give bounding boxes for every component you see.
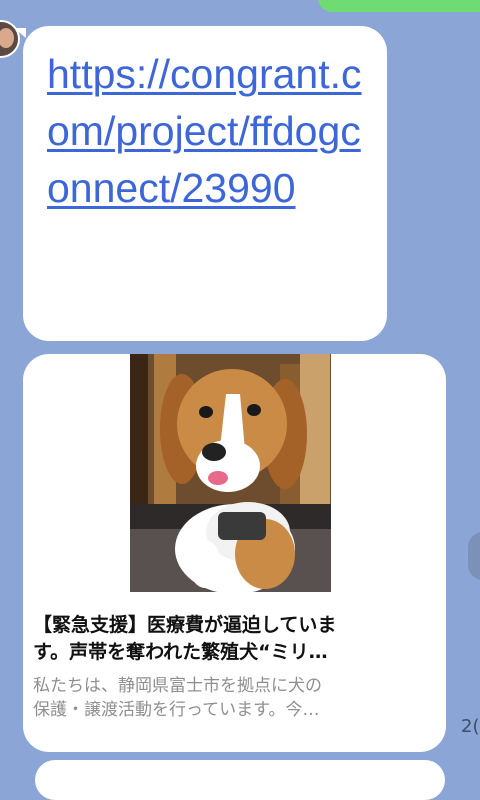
card-desc-line2: 保護・譲渡活動を行っています。今… — [33, 700, 320, 720]
card-desc-line1: 私たちは、静岡県富士市を拠点に犬の — [33, 676, 322, 696]
own-message-bubble-partial[interactable] — [318, 0, 480, 12]
card-title[interactable]: 【緊急支援】医療費が逼迫していま す。声帯を奪われた繁殖犬“ミリ… — [33, 612, 433, 666]
card-title-line1: 【緊急支援】医療費が逼迫していま — [33, 614, 337, 636]
beagle-photo-icon — [130, 354, 331, 592]
card-thumbnail[interactable] — [130, 354, 331, 592]
message-bubble[interactable]: https://congrant.com/project/ffdogconnec… — [23, 26, 387, 341]
link-preview-card[interactable]: 【緊急支援】医療費が逼迫していま す。声帯を奪われた繁殖犬“ミリ… 私たちは、静… — [23, 354, 446, 752]
avatar-face — [0, 28, 14, 48]
sender-avatar[interactable] — [0, 20, 20, 58]
share-button-partial[interactable] — [468, 532, 480, 580]
next-message-bubble-partial[interactable] — [35, 760, 445, 800]
message-timestamp: 2( — [461, 716, 480, 737]
bubble-tail — [14, 28, 26, 38]
card-description: 私たちは、静岡県富士市を拠点に犬の 保護・譲渡活動を行っています。今… — [33, 674, 433, 722]
card-title-line2: す。声帯を奪われた繁殖犬“ミリ… — [33, 641, 328, 663]
message-link[interactable]: https://congrant.com/project/ffdogconnec… — [47, 46, 377, 217]
